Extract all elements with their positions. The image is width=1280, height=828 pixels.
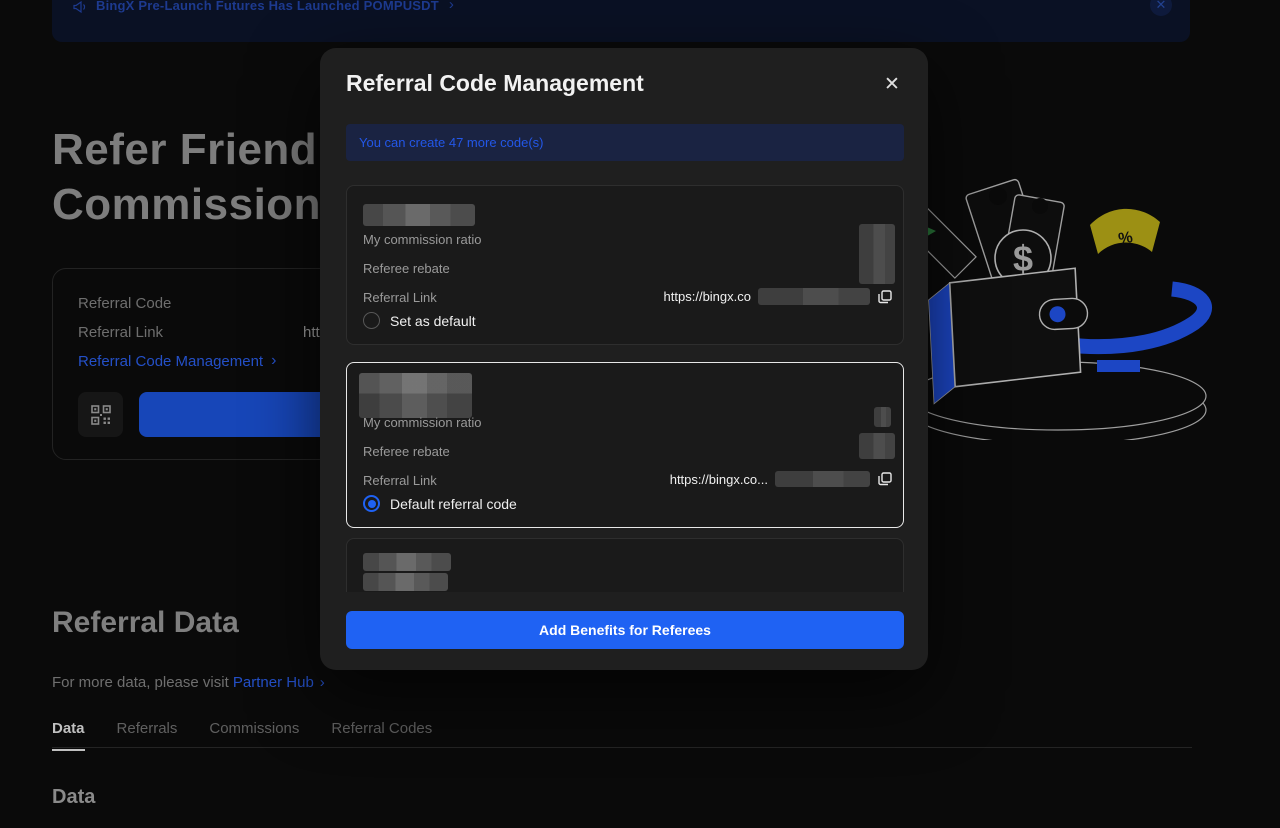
add-benefits-button[interactable]: Add Benefits for Referees: [346, 611, 904, 649]
banner-close-icon[interactable]: ✕: [1150, 0, 1172, 16]
qr-code-icon: [90, 404, 112, 426]
percent-symbol: %: [1117, 229, 1134, 248]
subtext-label: For more data, please visit: [52, 674, 233, 691]
referral-code-card-selected: My commission ratio Referee rebate Refer…: [346, 362, 904, 528]
referral-link-label: Referral Link: [363, 290, 437, 305]
chevron-right-icon: ›: [449, 0, 454, 11]
modal-title: Referral Code Management: [346, 70, 644, 97]
blurred-link-tail: [758, 288, 870, 305]
referral-link-value: htt: [303, 324, 320, 341]
banner-text: BingX Pre-Launch Futures Has Launched PO…: [96, 0, 439, 13]
blurred-referral-code: [363, 553, 451, 571]
qr-code-button[interactable]: [78, 392, 123, 437]
chevron-right-icon: ›: [320, 674, 325, 691]
referral-code-card-partial: [346, 538, 904, 592]
blurred-values: [859, 224, 895, 284]
data-section-heading: Data: [52, 786, 95, 809]
referral-code-card: My commission ratio Referee rebate Refer…: [346, 185, 904, 345]
referral-link-row: https://bingx.co: [664, 288, 893, 305]
referral-code-management-modal: Referral Code Management ✕ You can creat…: [320, 48, 928, 670]
modal-close-icon[interactable]: ✕: [878, 70, 906, 98]
megaphone-icon: [72, 0, 88, 15]
radio-unchecked-icon[interactable]: [363, 312, 380, 329]
tabs-divider: [52, 747, 1192, 748]
referral-code-label: Referral Code: [78, 295, 171, 312]
copy-icon[interactable]: [877, 471, 893, 487]
referral-code-management-link[interactable]: Referral Code Management: [78, 353, 263, 370]
announcement-banner[interactable]: BingX Pre-Launch Futures Has Launched PO…: [52, 0, 1190, 42]
radio-label: Default referral code: [390, 496, 517, 512]
hero-heading-line1: Refer Friend: [52, 122, 321, 177]
hero-heading: Refer Friend Commission: [52, 122, 321, 232]
percent-tag: %: [1090, 209, 1160, 254]
radio-label: Set as default: [390, 313, 476, 329]
hero-heading-line2: Commission: [52, 177, 321, 232]
blurred-referral-code: [363, 573, 448, 591]
blurred-link-tail: [775, 471, 870, 487]
page: BingX Pre-Launch Futures Has Launched PO…: [0, 0, 1280, 828]
referee-rebate-label: Referee rebate: [363, 444, 450, 459]
blurred-values: [874, 407, 891, 427]
chevron-right-icon: ›: [271, 352, 276, 370]
referral-link-value: https://bingx.co: [664, 289, 751, 304]
partner-hub-link[interactable]: Partner Hub: [233, 674, 314, 691]
commission-ratio-label: My commission ratio: [363, 232, 481, 247]
blurred-values: [859, 433, 895, 459]
blurred-referral-code: [363, 204, 475, 226]
referral-data-heading: Referral Data: [52, 606, 239, 640]
referral-data-subtext: For more data, please visit Partner Hub ›: [52, 674, 325, 691]
radio-checked-icon[interactable]: [363, 495, 380, 512]
referral-link-label: Referral Link: [78, 324, 163, 341]
referral-link-label: Referral Link: [363, 473, 437, 488]
commission-ratio-label: My commission ratio: [363, 415, 481, 430]
referral-rewards-illustration: $ %: [900, 160, 1230, 440]
referral-code-list: My commission ratio Referee rebate Refer…: [346, 185, 904, 592]
copy-icon[interactable]: [877, 289, 893, 305]
referral-link-row: https://bingx.co...: [670, 471, 893, 487]
codes-remaining-notice: You can create 47 more code(s): [346, 124, 904, 161]
blurred-referral-code: [359, 373, 472, 418]
referral-link-value: https://bingx.co...: [670, 472, 768, 487]
set-default-option[interactable]: Set as default: [363, 312, 476, 329]
default-referral-code-option[interactable]: Default referral code: [363, 495, 517, 512]
referee-rebate-label: Referee rebate: [363, 261, 450, 276]
